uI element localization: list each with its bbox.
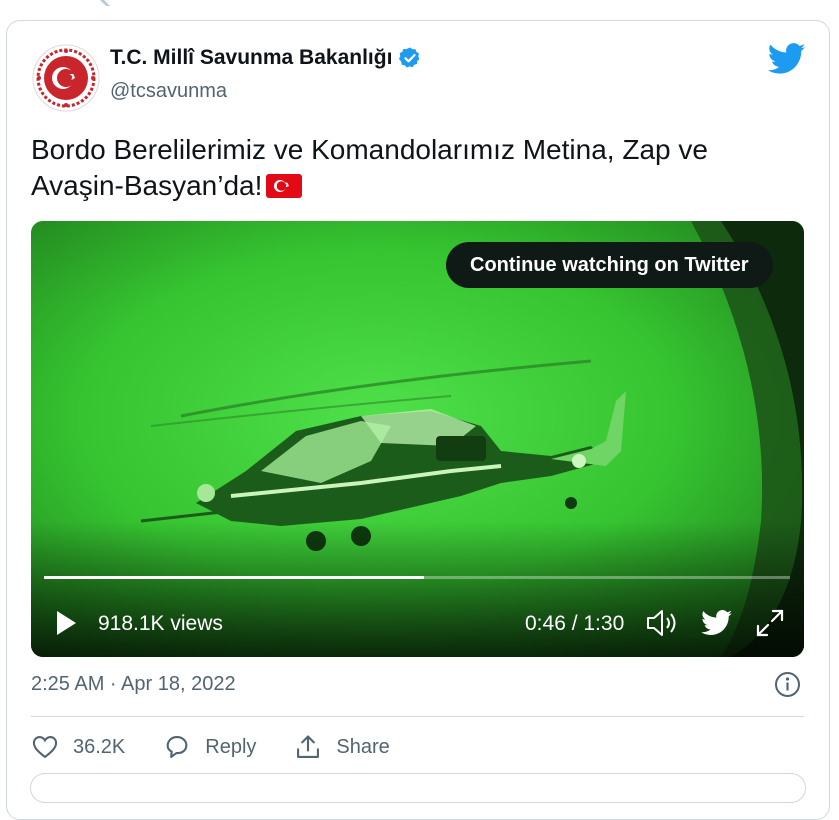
avatar[interactable] bbox=[32, 44, 100, 112]
share-label: Share bbox=[336, 735, 390, 758]
tweet-text-content: Bordo Berelilerimiz ve Komandolarımız Me… bbox=[31, 134, 708, 201]
reply-button[interactable]: Reply bbox=[163, 733, 256, 761]
read-replies-box[interactable] bbox=[30, 773, 806, 803]
video-time: 0:46 / 1:30 bbox=[525, 612, 625, 635]
verified-badge-icon bbox=[399, 47, 420, 68]
tweet-timestamp[interactable]: 2:25 AM · Apr 18, 2022 bbox=[31, 673, 236, 696]
view-count: 918.1K views bbox=[98, 612, 223, 635]
info-icon[interactable] bbox=[774, 671, 801, 698]
reply-icon bbox=[166, 736, 188, 758]
divider bbox=[31, 716, 804, 717]
author-handle[interactable]: @tcsavunma bbox=[110, 80, 227, 103]
turkey-flag-icon bbox=[266, 173, 303, 198]
share-button[interactable]: Share bbox=[294, 733, 390, 761]
video-progress-fill bbox=[44, 576, 425, 579]
tweet-text: Bordo Berelilerimiz ve Komandolarımız Me… bbox=[31, 132, 791, 204]
video-progress-bar[interactable] bbox=[44, 576, 790, 579]
heart-icon bbox=[32, 736, 58, 759]
continue-watching-button[interactable]: Continue watching on Twitter bbox=[446, 242, 773, 288]
share-icon bbox=[297, 735, 320, 758]
play-icon[interactable] bbox=[55, 610, 77, 636]
twitter-bird-icon[interactable] bbox=[768, 43, 806, 75]
twitter-icon[interactable] bbox=[701, 610, 733, 636]
like-button[interactable]: 36.2K bbox=[31, 733, 125, 761]
volume-icon[interactable] bbox=[645, 608, 681, 638]
reply-label: Reply bbox=[205, 735, 257, 758]
tweet-actions: 36.2K Reply Share bbox=[31, 730, 428, 764]
fullscreen-icon[interactable] bbox=[755, 608, 785, 638]
partial-arrow-icon bbox=[100, 0, 110, 6]
author-name[interactable]: T.C. Millî Savunma Bakanlığı bbox=[110, 46, 392, 70]
video-controls: 918.1K views 0:46 / 1:30 bbox=[31, 598, 804, 650]
like-count: 36.2K bbox=[73, 735, 126, 758]
